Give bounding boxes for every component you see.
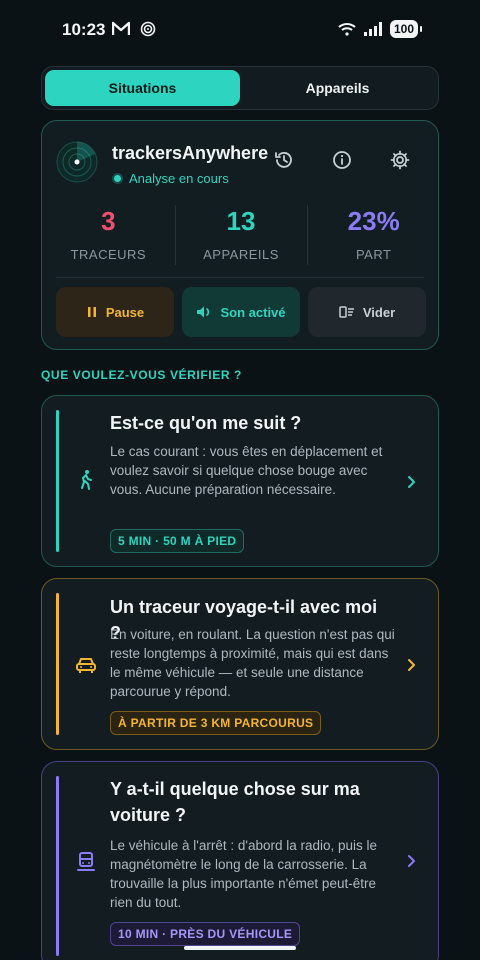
- sound-label: Son activé: [220, 304, 286, 320]
- settings-icon[interactable]: [389, 149, 411, 171]
- vehicle-scan-icon: [77, 852, 95, 871]
- chevron-right-icon: [408, 855, 415, 867]
- stat-share: 23% PART: [307, 205, 440, 271]
- stat-value: 3: [101, 206, 116, 236]
- clear-label: Vider: [362, 304, 396, 320]
- app-name: trackersAnywhere: [112, 143, 269, 163]
- option-title: Est-ce qu'on me suit ?: [110, 413, 302, 433]
- chevron-right-icon: [408, 659, 415, 671]
- clock: 10:23: [62, 20, 106, 39]
- info-icon[interactable]: [331, 149, 353, 171]
- clear-list-icon: [339, 306, 354, 318]
- segmented-tabs: Situations Appareils: [41, 66, 439, 110]
- action-row: Pause Son activé Vider: [56, 287, 426, 337]
- pause-button[interactable]: Pause: [56, 287, 174, 337]
- option-travel[interactable]: Un traceur voyage-t-il avec moi ? En voi…: [41, 578, 439, 750]
- accent-bar: [56, 410, 59, 552]
- stat-devices: 13 APPAREILS: [174, 205, 308, 271]
- accent-bar: [56, 593, 59, 735]
- option-tag: À PARTIR DE 3 KM PARCOURUS: [110, 711, 322, 735]
- option-followed[interactable]: Est-ce qu'on me suit ? Le cas courant : …: [41, 395, 439, 567]
- option-description: En voiture, en roulant. La question n'es…: [110, 627, 395, 699]
- stat-label: PART: [355, 247, 392, 262]
- option-description: Le cas courant : vous êtes en déplacemen…: [110, 444, 383, 497]
- history-icon[interactable]: [273, 149, 295, 171]
- stat-trackers: 3 TRACEURS: [42, 205, 175, 271]
- stat-label: TRACEURS: [70, 247, 147, 262]
- stat-value: 13: [226, 206, 256, 236]
- pause-icon: [87, 307, 96, 317]
- signal-icon: [363, 22, 382, 36]
- option-tag: 10 MIN · PRÈS DU VÉHICULE: [110, 922, 301, 946]
- clear-button[interactable]: Vider: [308, 287, 426, 337]
- speaker-icon: [197, 306, 210, 318]
- section-title: QUE VOULEZ-VOUS VÉRIFIER ?: [41, 368, 242, 382]
- status-dot-icon: [114, 175, 121, 182]
- walking-icon: [81, 470, 92, 490]
- scan-status: Analyse en cours: [114, 171, 229, 186]
- option-description: Le véhicule à l'arrêt : d'abord la radio…: [110, 838, 378, 910]
- scanner-card: trackersAnywhere Analyse en cours 3 TRAC…: [41, 120, 439, 350]
- home-indicator[interactable]: [184, 946, 296, 950]
- accent-bar: [56, 776, 59, 956]
- option-car-check[interactable]: Y a-t-il quelque chose sur ma voiture ? …: [41, 761, 439, 960]
- gmail-icon: [112, 21, 130, 35]
- pause-label: Pause: [105, 304, 145, 320]
- stat-label: APPAREILS: [203, 247, 279, 262]
- option-title: Y a-t-il quelque chose sur ma voiture ?: [110, 779, 360, 825]
- stat-value: 23%: [347, 206, 400, 236]
- tab-appareils[interactable]: Appareils: [240, 70, 435, 106]
- car-icon: [76, 658, 96, 673]
- stats-row: 3 TRACEURS 13 APPAREILS 23% PART: [42, 205, 440, 271]
- tab-situations[interactable]: Situations: [45, 70, 240, 106]
- sync-icon: [140, 21, 156, 37]
- option-tag: 5 MIN · 50 M À PIED: [110, 529, 245, 553]
- scan-status-label: Analyse en cours: [129, 171, 229, 186]
- sound-button[interactable]: Son activé: [182, 287, 300, 337]
- chevron-right-icon: [408, 476, 415, 488]
- status-bar: 10:23 100: [0, 0, 480, 60]
- radar-icon: [56, 141, 98, 183]
- divider: [56, 277, 424, 278]
- battery-icon: 100: [389, 20, 423, 38]
- wifi-icon: [338, 23, 356, 36]
